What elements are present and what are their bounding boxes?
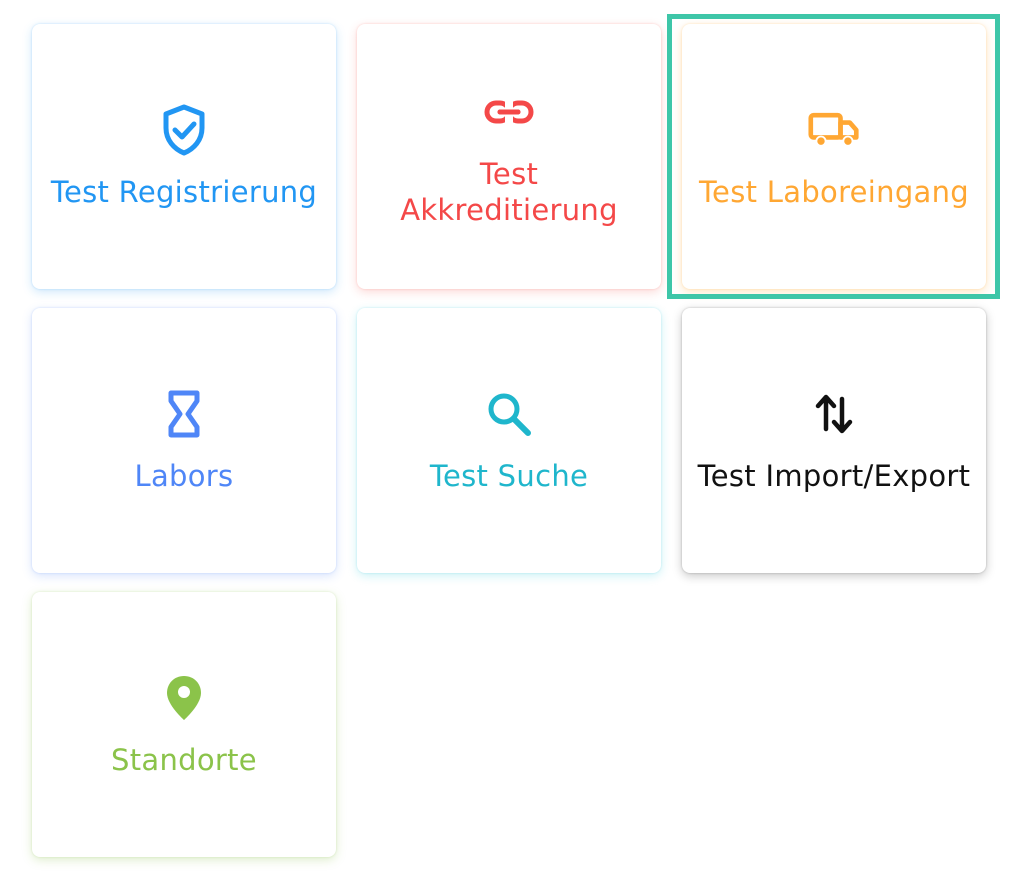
menu-grid: Test Registrierung Test Akkreditierung T… — [0, 0, 1024, 884]
tile-label: Test Akkreditierung — [400, 156, 618, 227]
tile-test-suche[interactable]: Test Suche — [357, 308, 661, 573]
link-icon — [483, 86, 535, 138]
truck-icon — [808, 104, 860, 156]
hourglass-icon — [158, 388, 210, 440]
tile-test-import-export[interactable]: Test Import/Export — [682, 308, 986, 573]
location-pin-icon — [158, 672, 210, 724]
tile-label: Test Import/Export — [697, 458, 971, 493]
tile-label: Test Laboreingang — [698, 174, 970, 209]
tile-test-akkreditierung[interactable]: Test Akkreditierung — [357, 24, 661, 289]
tile-label: Test Suche — [429, 458, 589, 493]
tile-test-laboreingang[interactable]: Test Laboreingang — [682, 24, 986, 289]
tile-label: Standorte — [111, 742, 257, 777]
tile-labors[interactable]: Labors — [32, 308, 336, 573]
search-icon — [483, 388, 535, 440]
tile-label: Test Registrierung — [50, 174, 318, 209]
tile-standorte[interactable]: Standorte — [32, 592, 336, 857]
shield-check-icon — [158, 104, 210, 156]
tile-label: Labors — [134, 458, 234, 493]
tile-test-registrierung[interactable]: Test Registrierung — [32, 24, 336, 289]
swap-vertical-icon — [808, 388, 860, 440]
